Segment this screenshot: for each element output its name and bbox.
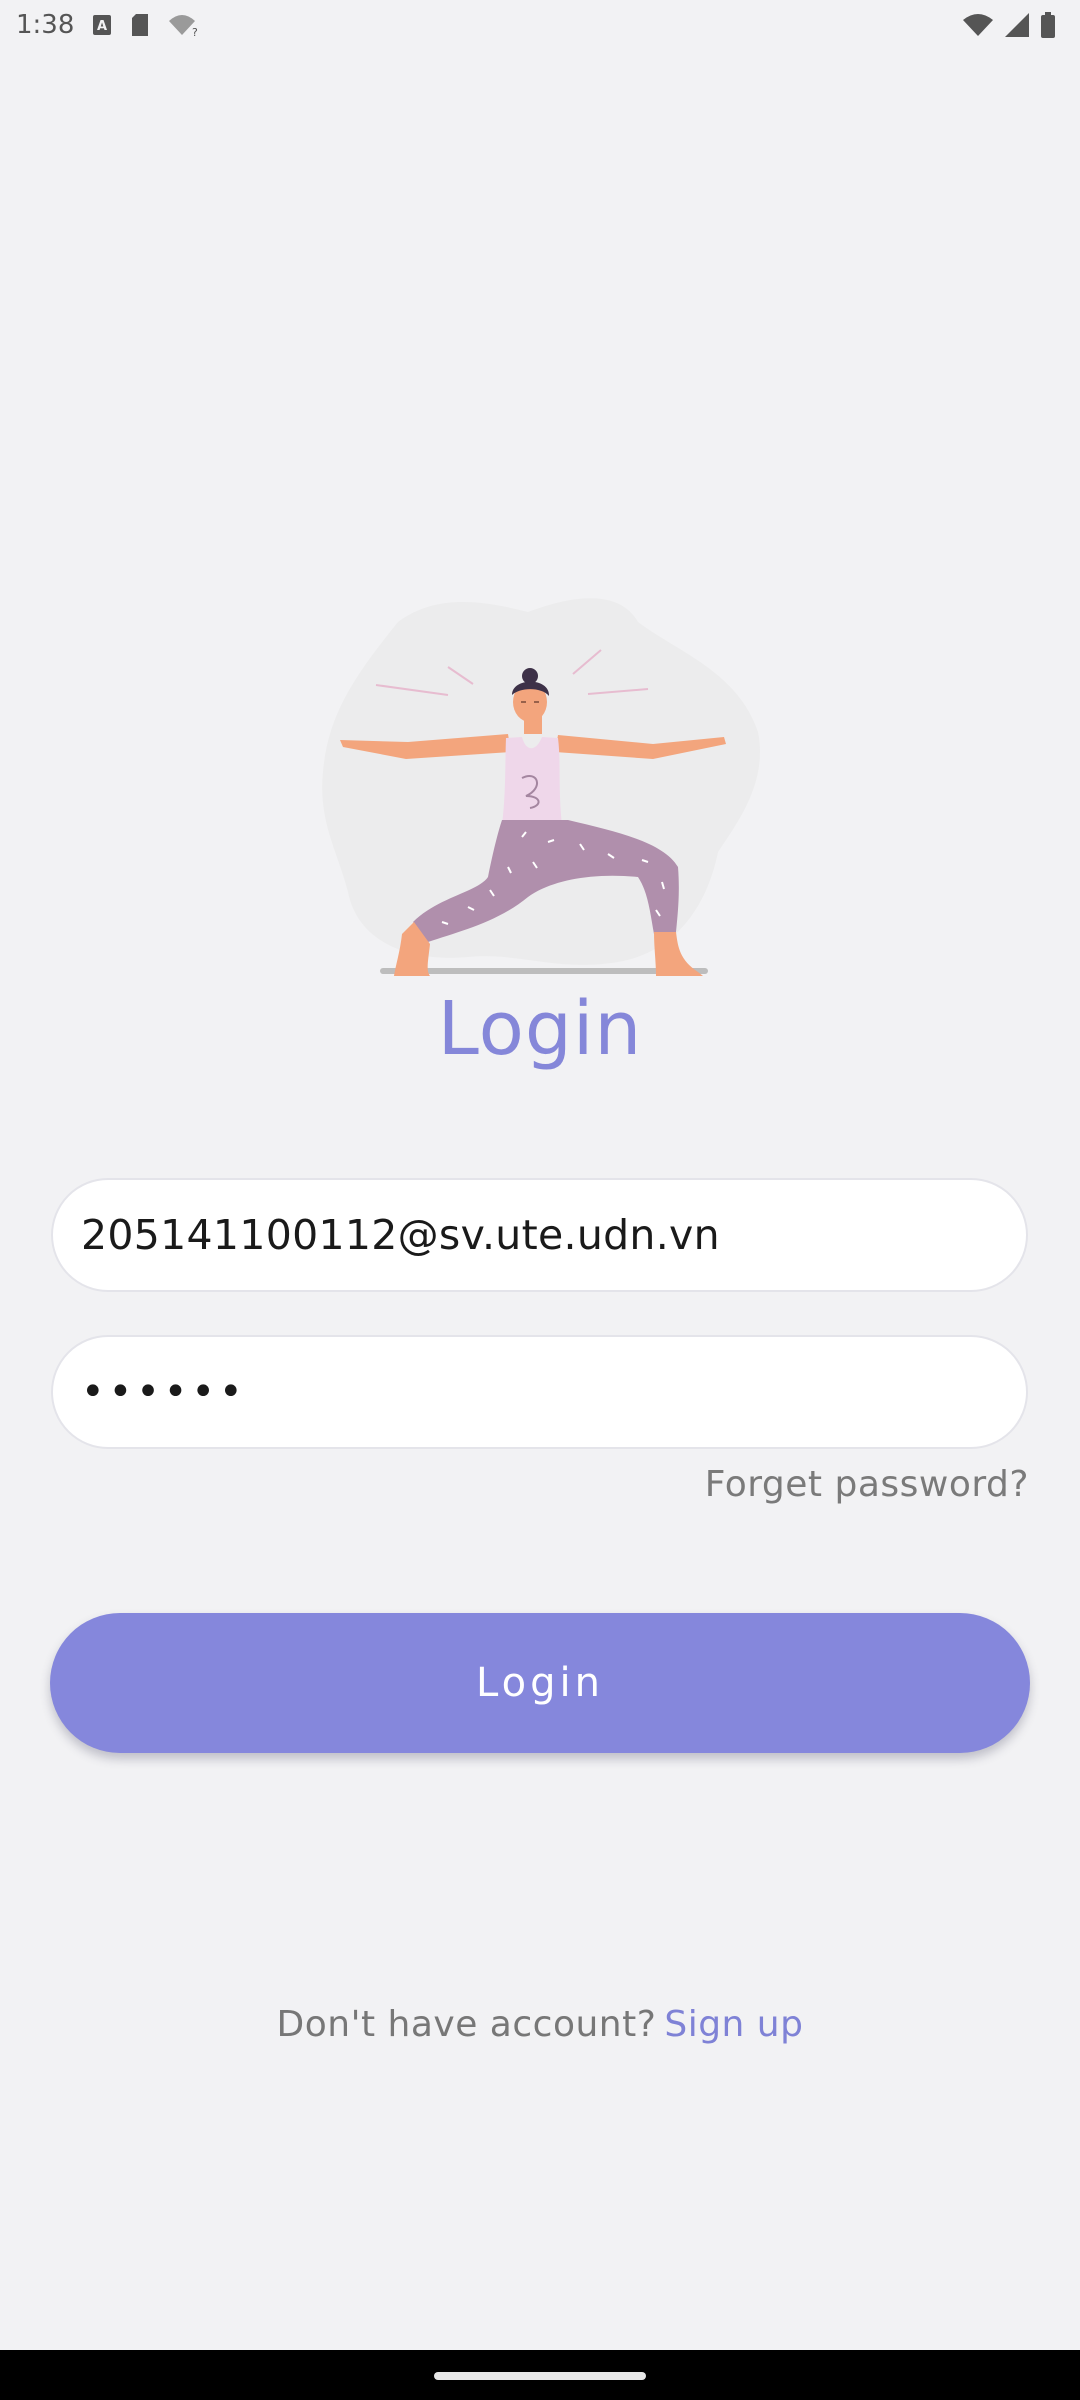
wifi-icon [962, 13, 994, 37]
status-right [962, 12, 1064, 38]
battery-icon [1040, 12, 1056, 38]
status-time: 1:38 [16, 10, 75, 40]
navigation-bar [0, 2350, 1080, 2400]
svg-text:?: ? [192, 26, 198, 37]
password-value: •••••• [81, 1369, 247, 1415]
email-value: 205141100112@sv.ute.udn.vn [81, 1211, 720, 1259]
signal-icon [1004, 12, 1030, 38]
forget-password-link[interactable]: Forget password? [705, 1464, 1029, 1505]
yoga-person-illustration [318, 592, 762, 982]
signup-link[interactable]: Sign up [664, 2004, 803, 2045]
sd-card-icon [130, 13, 150, 37]
font-a-icon: A [92, 14, 112, 36]
password-field[interactable]: •••••• [51, 1335, 1028, 1449]
signup-row: Don't have account? Sign up [0, 2004, 1080, 2045]
svg-text:A: A [97, 19, 107, 34]
login-button[interactable]: Login [50, 1613, 1030, 1753]
email-field[interactable]: 205141100112@sv.ute.udn.vn [51, 1178, 1028, 1292]
status-bar: 1:38 A ? [0, 0, 1080, 50]
home-indicator[interactable] [434, 2372, 646, 2380]
wifi-unknown-icon: ? [168, 13, 198, 37]
signup-prompt: Don't have account? [276, 2004, 657, 2045]
page-title: Login [437, 986, 643, 1072]
login-button-label: Login [476, 1660, 604, 1706]
status-left: 1:38 A ? [16, 10, 198, 40]
